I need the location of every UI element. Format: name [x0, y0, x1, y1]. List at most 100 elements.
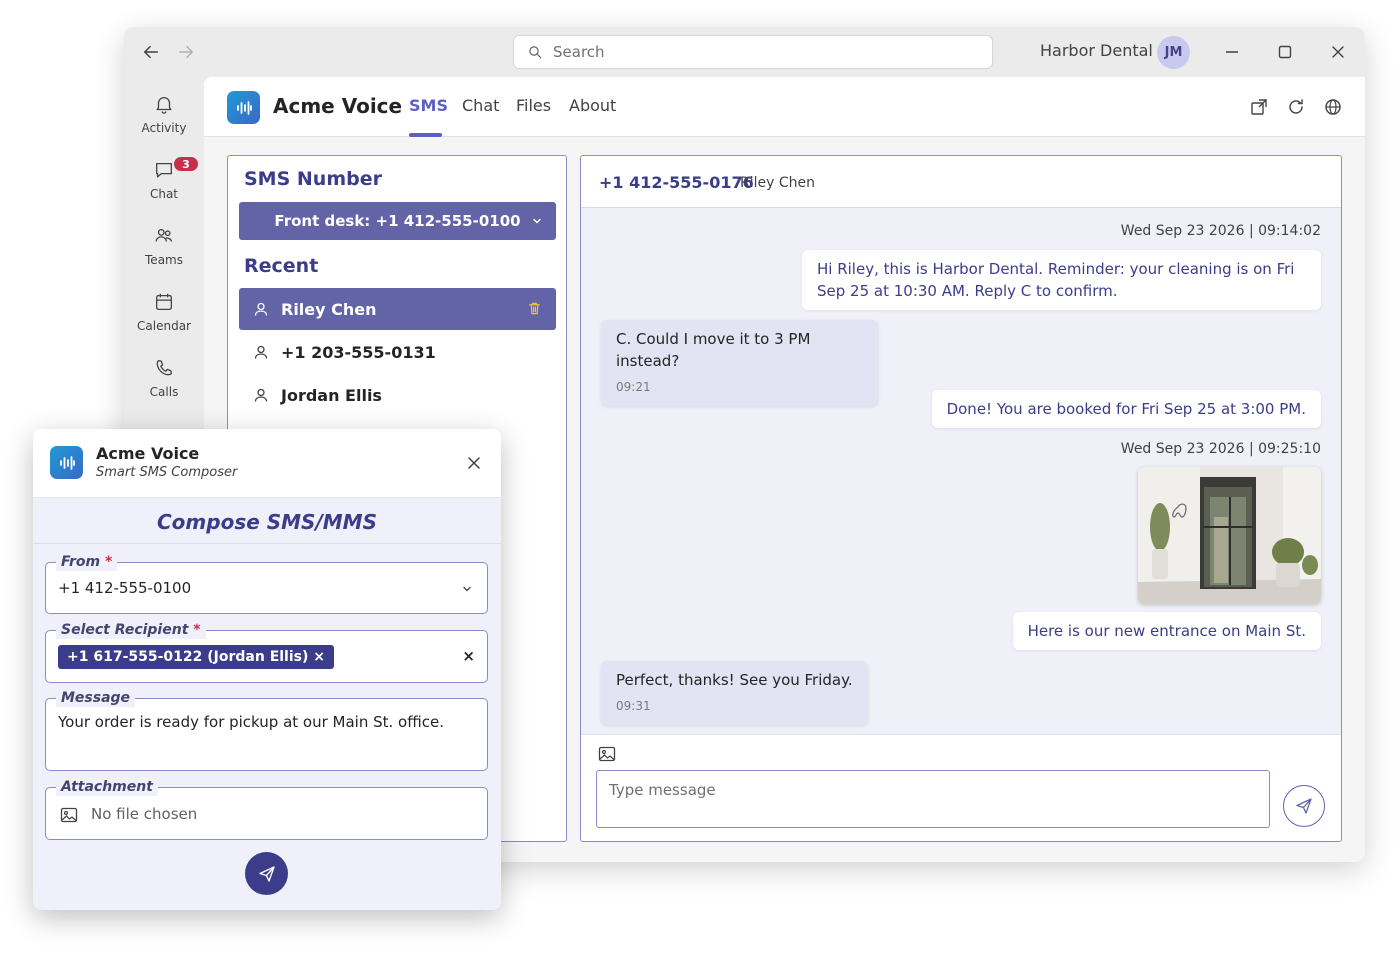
- rail-item-calls[interactable]: Calls: [124, 357, 204, 399]
- message-time: 09:21: [616, 380, 651, 394]
- recent-item[interactable]: Riley Chen: [239, 288, 556, 330]
- refresh-icon[interactable]: [1286, 97, 1306, 117]
- message-bubble-incoming: Perfect, thanks! See you Friday. 09:31: [601, 661, 868, 725]
- close-icon: [1332, 46, 1344, 58]
- chevron-down-icon: [463, 586, 471, 592]
- org-name: Harbor Dental: [1040, 41, 1153, 60]
- send-icon: [1296, 798, 1312, 814]
- rail-label: Calls: [149, 385, 179, 399]
- globe-icon[interactable]: [1323, 97, 1343, 117]
- clear-recipients-button[interactable]: ×: [462, 647, 475, 665]
- mms-image-attachment[interactable]: [1138, 467, 1321, 604]
- app-title: Acme Voice: [273, 94, 403, 118]
- message-text: Hi Riley, this is Harbor Dental. Reminde…: [817, 260, 1295, 300]
- chat-badge: 3: [172, 155, 200, 173]
- rail-item-calendar[interactable]: Calendar: [124, 291, 204, 333]
- popup-title: Acme Voice: [96, 444, 200, 463]
- message-field[interactable]: Message Your order is ready for pickup a…: [45, 689, 488, 771]
- popup-header: Acme Voice Smart SMS Composer: [33, 429, 501, 498]
- attachment-value: No file chosen: [91, 805, 198, 823]
- sms-number-heading: SMS Number: [244, 168, 382, 190]
- avatar[interactable]: JM: [1157, 36, 1190, 69]
- maximize-icon: [1278, 45, 1292, 59]
- message-text: C. Could I move it to 3 PM instead?: [616, 330, 811, 370]
- search-icon: [529, 45, 542, 58]
- compose-heading: Compose SMS/MMS: [157, 510, 377, 534]
- recipient-chip[interactable]: +1 617-555-0122 (Jordan Ellis) ×: [58, 645, 334, 669]
- message-value: Your order is ready for pickup at our Ma…: [58, 713, 444, 731]
- image-attach-icon: [60, 807, 78, 823]
- message-timestamp: Wed Sep 23 2026 | 09:25:10: [1120, 441, 1321, 457]
- active-tab-indicator: [409, 133, 442, 137]
- tab-chat[interactable]: Chat: [462, 96, 499, 115]
- conversation-header: +1 412-555-0176 Riley Chen: [581, 156, 1341, 208]
- send-button[interactable]: [1283, 785, 1325, 827]
- trash-icon[interactable]: [527, 301, 542, 316]
- arrow-left-icon: [143, 45, 159, 59]
- contact-name: Riley Chen: [740, 175, 815, 191]
- message-text: Done! You are booked for Fri Sep 25 at 3…: [946, 400, 1306, 418]
- entrance-photo: [1138, 467, 1321, 604]
- forward-button[interactable]: [173, 39, 199, 65]
- attachment-label: Attachment: [56, 778, 158, 796]
- person-icon: [254, 302, 268, 316]
- app-logo: [227, 91, 260, 124]
- send-icon: [258, 865, 275, 882]
- back-button[interactable]: [138, 39, 164, 65]
- from-value: +1 412-555-0100: [58, 579, 192, 597]
- message-time: 09:31: [616, 699, 651, 713]
- rail-item-teams[interactable]: Teams: [124, 225, 204, 267]
- recent-item-label: Riley Chen: [281, 299, 377, 319]
- rail-label: Teams: [145, 253, 183, 267]
- selected-number: Front desk: +1 412-555-0100: [274, 212, 521, 230]
- message-composer: [581, 734, 1341, 841]
- title-bar: Harbor Dental JM: [124, 27, 1365, 77]
- search-box[interactable]: [513, 35, 993, 69]
- message-bubble-outgoing: Hi Riley, this is Harbor Dental. Reminde…: [802, 250, 1321, 310]
- tab-sms[interactable]: SMS: [409, 96, 448, 115]
- person-icon: [254, 345, 268, 359]
- sms-number-select[interactable]: Front desk: +1 412-555-0100: [239, 202, 556, 240]
- recent-heading: Recent: [244, 255, 319, 277]
- conversation-panel: +1 412-555-0176 Riley Chen Wed Sep 23 20…: [580, 155, 1342, 842]
- rail-label: Chat: [149, 187, 179, 201]
- message-label: Message: [56, 689, 136, 707]
- calendar-icon: [156, 293, 172, 310]
- teams-icon: [155, 228, 172, 242]
- recent-item-label: +1 203-555-0131: [281, 342, 436, 362]
- attachment-field[interactable]: Attachment No file chosen: [45, 778, 488, 840]
- message-input[interactable]: [596, 770, 1270, 828]
- voice-wave-icon: [59, 455, 75, 470]
- from-label: From *: [56, 553, 118, 571]
- message-bubble-outgoing: Here is our new entrance on Main St.: [1012, 612, 1321, 650]
- rail-item-activity[interactable]: Activity: [124, 93, 204, 135]
- from-select[interactable]: From * +1 412-555-0100: [45, 553, 488, 614]
- divider: [33, 543, 501, 544]
- search-input[interactable]: [553, 43, 992, 61]
- app-header: Acme Voice SMS Chat Files About: [204, 77, 1365, 137]
- recent-item[interactable]: Jordan Ellis: [239, 374, 556, 416]
- message-bubble-outgoing: Done! You are booked for Fri Sep 25 at 3…: [931, 390, 1321, 428]
- rail-item-chat[interactable]: 3 Chat: [124, 155, 204, 201]
- tab-about[interactable]: About: [569, 96, 616, 115]
- recent-item[interactable]: +1 203-555-0131: [239, 331, 556, 373]
- contact-number: +1 412-555-0176: [599, 173, 754, 192]
- sms-composer-popup: Acme Voice Smart SMS Composer Compose SM…: [33, 429, 501, 910]
- chevron-down-icon: [533, 218, 541, 224]
- minimize-icon: [1226, 51, 1238, 53]
- voice-wave-icon: [236, 100, 252, 115]
- popup-send-button[interactable]: [245, 852, 288, 895]
- close-window-button[interactable]: [1325, 39, 1351, 65]
- close-icon[interactable]: [464, 453, 484, 473]
- app-logo: [50, 446, 83, 479]
- recipient-select[interactable]: Select Recipient * +1 617-555-0122 (Jord…: [45, 621, 488, 683]
- maximize-button[interactable]: [1272, 39, 1298, 65]
- message-text: Perfect, thanks! See you Friday.: [616, 671, 853, 689]
- bell-icon: [156, 97, 172, 114]
- rail-label: Calendar: [137, 319, 191, 333]
- minimize-button[interactable]: [1219, 39, 1245, 65]
- tab-files[interactable]: Files: [516, 96, 551, 115]
- recipient-label: Select Recipient *: [56, 621, 206, 639]
- pop-out-icon[interactable]: [1249, 97, 1269, 117]
- image-attach-icon[interactable]: [598, 745, 616, 763]
